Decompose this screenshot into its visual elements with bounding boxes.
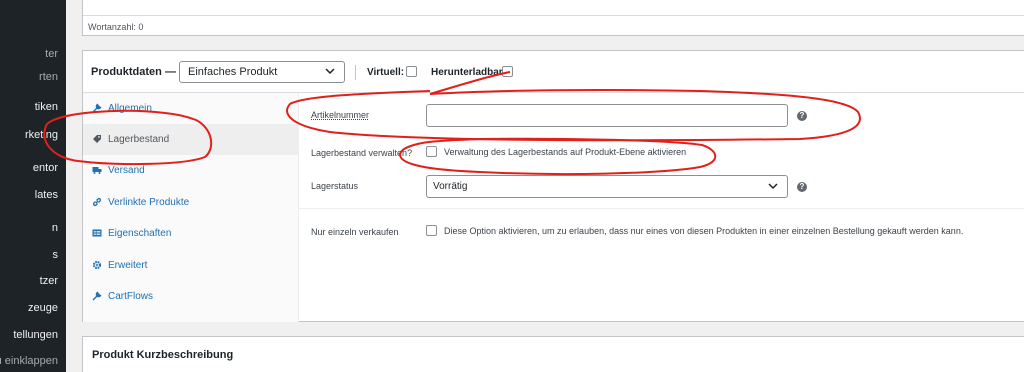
tab-erweitert[interactable]: Erweitert xyxy=(83,250,299,281)
stock-status-label: Lagerstatus xyxy=(311,181,359,191)
sold-individually-label: Nur einzeln verkaufen xyxy=(311,227,399,237)
sidebar-item[interactable]: tiken xyxy=(0,101,58,113)
admin-sidebar: ter rten tiken rketing entor lates n s t… xyxy=(0,0,66,372)
tab-label: Lagerbestand xyxy=(108,134,170,145)
product-data-tabs: Allgemein Lagerbestand Versand Verlinkte… xyxy=(83,93,299,322)
divider xyxy=(355,65,356,80)
tab-cartflows[interactable]: CartFlows xyxy=(83,281,299,312)
product-data-box: Produktdaten — Einfaches Produkt Virtuel… xyxy=(82,50,1024,322)
sold-individually-description: Diese Option aktivieren, um zu erlauben,… xyxy=(444,226,964,236)
help-icon[interactable]: ? xyxy=(797,182,807,192)
truck-icon xyxy=(92,167,102,174)
word-count: Wortanzahl: 0 xyxy=(88,22,144,32)
tab-label: Verlinkte Produkte xyxy=(108,197,190,208)
chevron-down-icon xyxy=(325,68,335,75)
tab-label: CartFlows xyxy=(108,291,154,302)
sidebar-item[interactable]: entor xyxy=(0,162,58,174)
sidebar-item[interactable]: rten xyxy=(0,71,58,83)
tab-verlinkte-produkte[interactable]: Verlinkte Produkte xyxy=(83,187,299,218)
sold-individually-checkbox[interactable] xyxy=(426,225,437,236)
help-icon[interactable]: ? xyxy=(797,111,807,121)
link-icon xyxy=(92,197,102,207)
wrench-icon xyxy=(92,103,102,113)
sidebar-item[interactable]: n xyxy=(0,222,58,234)
sidebar-item[interactable]: lates xyxy=(0,189,58,201)
inventory-panel: Artikelnummer ? Lagerbestand verwalten? … xyxy=(299,93,1024,322)
tab-label: Versand xyxy=(108,165,145,176)
table-icon xyxy=(92,229,102,237)
tab-label: Eigenschaften xyxy=(108,228,172,239)
manage-stock-description: Verwaltung des Lagerbestands auf Produkt… xyxy=(444,147,687,157)
sidebar-item[interactable]: rketing xyxy=(0,129,58,141)
product-data-header: Produktdaten — Einfaches Produkt Virtuel… xyxy=(83,51,1024,93)
tab-allgemein[interactable]: Allgemein xyxy=(83,93,299,124)
manage-stock-checkbox[interactable] xyxy=(426,146,437,157)
sidebar-item[interactable]: ter xyxy=(0,48,58,60)
sku-input[interactable] xyxy=(426,104,788,127)
sku-label: Artikelnummer xyxy=(311,110,370,120)
editor-status-box xyxy=(82,0,1024,36)
short-description-title: Produkt Kurzbeschreibung xyxy=(92,349,234,361)
virtual-checkbox[interactable] xyxy=(406,66,417,77)
product-type-select[interactable]: Einfaches Produkt xyxy=(179,61,345,83)
virtual-label: Virtuell: xyxy=(367,67,405,78)
manage-stock-label: Lagerbestand verwalten? xyxy=(311,148,413,158)
product-type-value: Einfaches Produkt xyxy=(188,66,278,78)
product-data-title: Produktdaten — xyxy=(91,66,176,78)
sidebar-item[interactable]: tzer xyxy=(0,275,58,287)
wrench-icon xyxy=(92,291,102,301)
stock-status-value: Vorrätig xyxy=(433,181,468,192)
sidebar-item[interactable]: s xyxy=(0,249,59,261)
gear-icon xyxy=(92,260,102,270)
tab-lagerbestand[interactable]: Lagerbestand xyxy=(83,124,299,155)
downloadable-label: Herunterladbar: xyxy=(431,67,507,78)
sidebar-item[interactable]: tellungen xyxy=(0,329,58,341)
divider xyxy=(299,208,1024,209)
sidebar-item[interactable]: zeuge xyxy=(0,302,58,314)
stock-status-select[interactable]: Vorrätig xyxy=(426,175,788,198)
tag-icon xyxy=(93,135,101,143)
tab-eigenschaften[interactable]: Eigenschaften xyxy=(83,218,299,249)
tab-label: Allgemein xyxy=(108,103,152,114)
tab-versand[interactable]: Versand xyxy=(83,155,299,186)
short-description-box: Produkt Kurzbeschreibung xyxy=(82,336,1024,372)
divider xyxy=(83,15,1024,16)
tab-label: Erweitert xyxy=(108,260,148,271)
downloadable-checkbox[interactable] xyxy=(502,66,513,77)
chevron-down-icon xyxy=(768,183,778,190)
sidebar-collapse-item[interactable]: nü einklappen xyxy=(0,355,58,367)
